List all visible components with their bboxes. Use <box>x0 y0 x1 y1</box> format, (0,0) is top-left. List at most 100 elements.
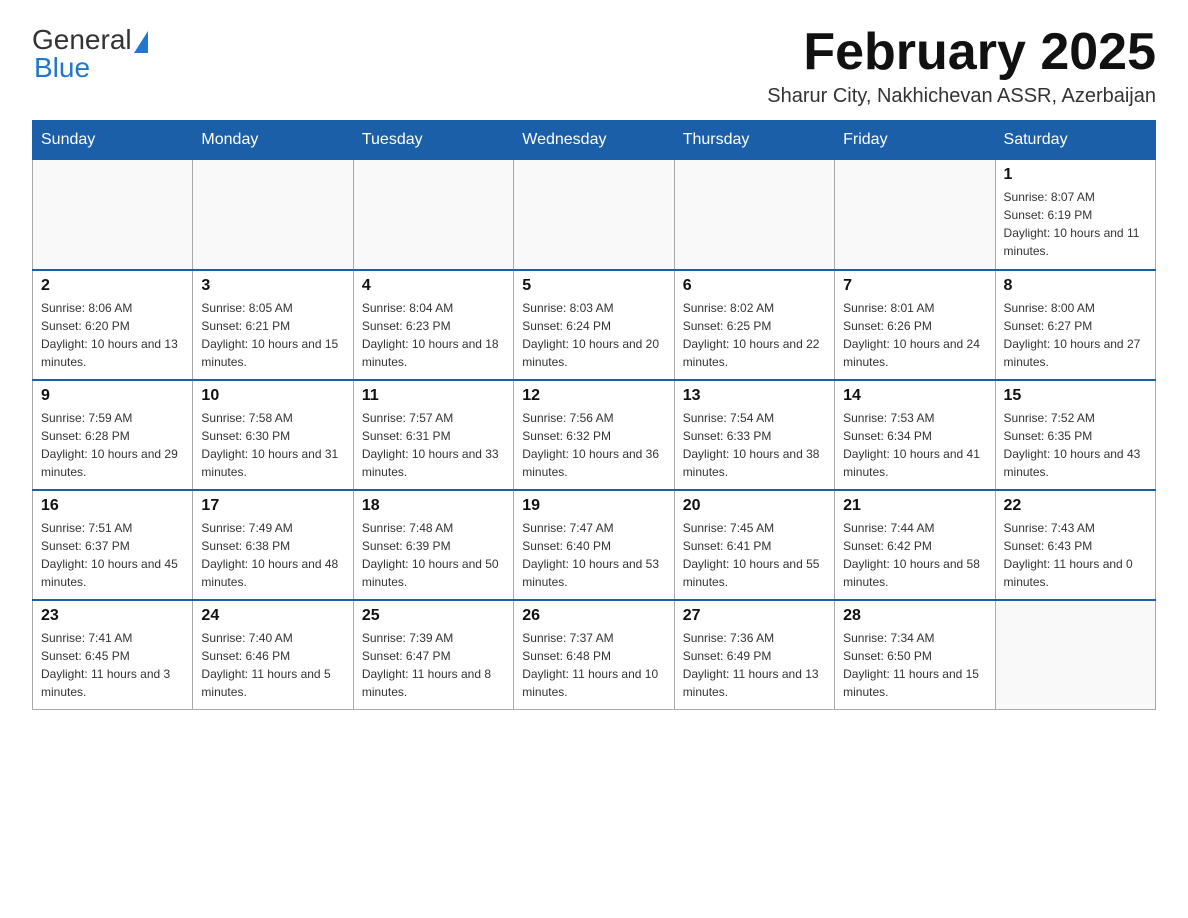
calendar-cell: 22 Sunrise: 7:43 AMSunset: 6:43 PMDayligh… <box>995 490 1155 600</box>
calendar-cell: 2 Sunrise: 8:06 AMSunset: 6:20 PMDaylight… <box>33 270 193 380</box>
day-info: Sunrise: 7:43 AMSunset: 6:43 PMDaylight:… <box>1004 519 1147 591</box>
day-info: Sunrise: 8:06 AMSunset: 6:20 PMDaylight:… <box>41 299 184 371</box>
logo-blue-text: Blue <box>34 52 90 83</box>
calendar-cell <box>995 600 1155 710</box>
day-number: 23 <box>41 607 184 625</box>
day-info: Sunrise: 7:37 AMSunset: 6:48 PMDaylight:… <box>522 629 665 701</box>
day-info: Sunrise: 7:59 AMSunset: 6:28 PMDaylight:… <box>41 409 184 481</box>
calendar-cell: 1 Sunrise: 8:07 AMSunset: 6:19 PMDaylight… <box>995 160 1155 270</box>
calendar-cell: 17 Sunrise: 7:49 AMSunset: 6:38 PMDayligh… <box>193 490 353 600</box>
calendar-cell: 5 Sunrise: 8:03 AMSunset: 6:24 PMDaylight… <box>514 270 674 380</box>
day-number: 18 <box>362 497 505 515</box>
location-title: Sharur City, Nakhichevan ASSR, Azerbaija… <box>767 85 1156 108</box>
day-info: Sunrise: 7:40 AMSunset: 6:46 PMDaylight:… <box>201 629 344 701</box>
day-number: 28 <box>843 607 986 625</box>
weekday-header-thursday: Thursday <box>674 121 834 160</box>
calendar-cell: 9 Sunrise: 7:59 AMSunset: 6:28 PMDaylight… <box>33 380 193 490</box>
day-number: 21 <box>843 497 986 515</box>
calendar-cell <box>193 160 353 270</box>
day-number: 3 <box>201 277 344 295</box>
day-info: Sunrise: 7:49 AMSunset: 6:38 PMDaylight:… <box>201 519 344 591</box>
calendar-cell <box>353 160 513 270</box>
calendar-cell: 7 Sunrise: 8:01 AMSunset: 6:26 PMDaylight… <box>835 270 995 380</box>
day-info: Sunrise: 7:39 AMSunset: 6:47 PMDaylight:… <box>362 629 505 701</box>
calendar-cell <box>835 160 995 270</box>
day-number: 14 <box>843 387 986 405</box>
day-info: Sunrise: 8:03 AMSunset: 6:24 PMDaylight:… <box>522 299 665 371</box>
calendar-cell: 8 Sunrise: 8:00 AMSunset: 6:27 PMDaylight… <box>995 270 1155 380</box>
weekday-header-monday: Monday <box>193 121 353 160</box>
calendar-cell <box>674 160 834 270</box>
day-info: Sunrise: 7:58 AMSunset: 6:30 PMDaylight:… <box>201 409 344 481</box>
day-number: 2 <box>41 277 184 295</box>
calendar-cell: 11Sunrise: 7:57 AMSunset: 6:31 PMDayligh… <box>353 380 513 490</box>
day-info: Sunrise: 7:54 AMSunset: 6:33 PMDaylight:… <box>683 409 826 481</box>
day-info: Sunrise: 7:34 AMSunset: 6:50 PMDaylight:… <box>843 629 986 701</box>
day-info: Sunrise: 7:56 AMSunset: 6:32 PMDaylight:… <box>522 409 665 481</box>
day-number: 4 <box>362 277 505 295</box>
calendar-cell: 10Sunrise: 7:58 AMSunset: 6:30 PMDayligh… <box>193 380 353 490</box>
day-number: 16 <box>41 497 184 515</box>
calendar-week-row: 1 Sunrise: 8:07 AMSunset: 6:19 PMDaylight… <box>33 160 1156 270</box>
calendar-cell: 12Sunrise: 7:56 AMSunset: 6:32 PMDayligh… <box>514 380 674 490</box>
day-info: Sunrise: 7:51 AMSunset: 6:37 PMDaylight:… <box>41 519 184 591</box>
calendar-table: SundayMondayTuesdayWednesdayThursdayFrid… <box>32 120 1156 710</box>
day-info: Sunrise: 8:05 AMSunset: 6:21 PMDaylight:… <box>201 299 344 371</box>
day-info: Sunrise: 8:04 AMSunset: 6:23 PMDaylight:… <box>362 299 505 371</box>
day-info: Sunrise: 7:45 AMSunset: 6:41 PMDaylight:… <box>683 519 826 591</box>
day-number: 1 <box>1004 166 1147 184</box>
weekday-header-sunday: Sunday <box>33 121 193 160</box>
day-number: 7 <box>843 277 986 295</box>
day-info: Sunrise: 7:52 AMSunset: 6:35 PMDaylight:… <box>1004 409 1147 481</box>
calendar-cell: 20 Sunrise: 7:45 AMSunset: 6:41 PMDayligh… <box>674 490 834 600</box>
calendar-cell: 13 Sunrise: 7:54 AMSunset: 6:33 PMDayligh… <box>674 380 834 490</box>
day-info: Sunrise: 7:57 AMSunset: 6:31 PMDaylight:… <box>362 409 505 481</box>
calendar-cell: 24 Sunrise: 7:40 AMSunset: 6:46 PMDayligh… <box>193 600 353 710</box>
day-number: 8 <box>1004 277 1147 295</box>
logo: General Blue <box>32 24 148 84</box>
calendar-cell: 6 Sunrise: 8:02 AMSunset: 6:25 PMDaylight… <box>674 270 834 380</box>
page-header: General Blue February 2025 Sharur City, … <box>32 24 1156 108</box>
weekday-header-friday: Friday <box>835 121 995 160</box>
day-number: 22 <box>1004 497 1147 515</box>
day-number: 13 <box>683 387 826 405</box>
day-info: Sunrise: 8:01 AMSunset: 6:26 PMDaylight:… <box>843 299 986 371</box>
day-number: 6 <box>683 277 826 295</box>
day-number: 5 <box>522 277 665 295</box>
calendar-cell: 25Sunrise: 7:39 AMSunset: 6:47 PMDayligh… <box>353 600 513 710</box>
calendar-week-row: 16 Sunrise: 7:51 AMSunset: 6:37 PMDayligh… <box>33 490 1156 600</box>
day-info: Sunrise: 7:47 AMSunset: 6:40 PMDaylight:… <box>522 519 665 591</box>
logo-triangle-icon <box>134 31 148 53</box>
day-number: 17 <box>201 497 344 515</box>
title-block: February 2025 Sharur City, Nakhichevan A… <box>767 24 1156 108</box>
day-number: 24 <box>201 607 344 625</box>
day-info: Sunrise: 8:02 AMSunset: 6:25 PMDaylight:… <box>683 299 826 371</box>
weekday-header-tuesday: Tuesday <box>353 121 513 160</box>
calendar-week-row: 9 Sunrise: 7:59 AMSunset: 6:28 PMDaylight… <box>33 380 1156 490</box>
day-info: Sunrise: 8:00 AMSunset: 6:27 PMDaylight:… <box>1004 299 1147 371</box>
calendar-cell: 21Sunrise: 7:44 AMSunset: 6:42 PMDayligh… <box>835 490 995 600</box>
day-info: Sunrise: 7:53 AMSunset: 6:34 PMDaylight:… <box>843 409 986 481</box>
calendar-cell: 4 Sunrise: 8:04 AMSunset: 6:23 PMDaylight… <box>353 270 513 380</box>
calendar-cell: 27 Sunrise: 7:36 AMSunset: 6:49 PMDayligh… <box>674 600 834 710</box>
calendar-cell: 15 Sunrise: 7:52 AMSunset: 6:35 PMDayligh… <box>995 380 1155 490</box>
day-info: Sunrise: 7:36 AMSunset: 6:49 PMDaylight:… <box>683 629 826 701</box>
day-number: 19 <box>522 497 665 515</box>
calendar-cell: 28 Sunrise: 7:34 AMSunset: 6:50 PMDayligh… <box>835 600 995 710</box>
calendar-cell: 3 Sunrise: 8:05 AMSunset: 6:21 PMDaylight… <box>193 270 353 380</box>
day-number: 20 <box>683 497 826 515</box>
calendar-cell <box>33 160 193 270</box>
month-title: February 2025 <box>767 24 1156 81</box>
calendar-cell <box>514 160 674 270</box>
calendar-cell: 19 Sunrise: 7:47 AMSunset: 6:40 PMDayligh… <box>514 490 674 600</box>
calendar-week-row: 23Sunrise: 7:41 AMSunset: 6:45 PMDayligh… <box>33 600 1156 710</box>
day-number: 15 <box>1004 387 1147 405</box>
weekday-header-saturday: Saturday <box>995 121 1155 160</box>
calendar-cell: 18 Sunrise: 7:48 AMSunset: 6:39 PMDayligh… <box>353 490 513 600</box>
weekday-header-row: SundayMondayTuesdayWednesdayThursdayFrid… <box>33 121 1156 160</box>
weekday-header-wednesday: Wednesday <box>514 121 674 160</box>
day-number: 27 <box>683 607 826 625</box>
day-info: Sunrise: 7:48 AMSunset: 6:39 PMDaylight:… <box>362 519 505 591</box>
day-number: 9 <box>41 387 184 405</box>
day-info: Sunrise: 8:07 AMSunset: 6:19 PMDaylight:… <box>1004 188 1147 260</box>
